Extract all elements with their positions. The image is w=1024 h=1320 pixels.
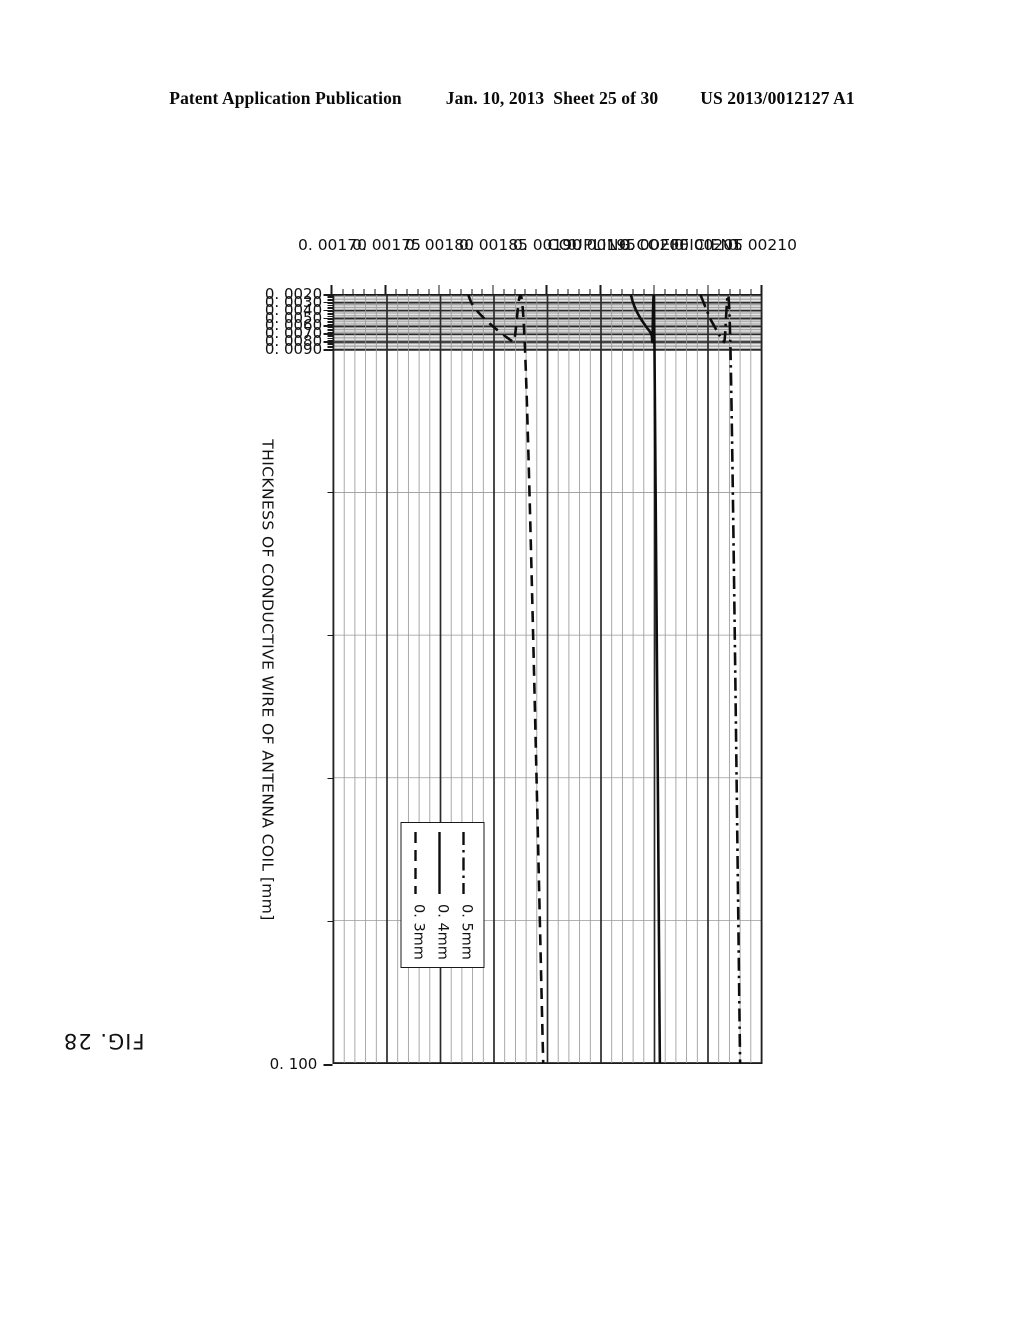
y-tick-minor-6-1 <box>664 289 666 294</box>
y-tick-minor-6-4 <box>697 289 698 294</box>
y-tick-minor-4-2 <box>568 289 569 294</box>
y-tick-minor-3-4 <box>535 289 537 294</box>
chart-legend: 0. 5mm 0. 4mm 0. 3mm <box>400 822 485 968</box>
y-tick-major-5 <box>599 285 602 294</box>
y-tick-major-1 <box>384 285 387 294</box>
y-tick-minor-6-3 <box>686 289 688 294</box>
y-tick-major-2 <box>438 285 440 294</box>
y-tick-minor-7-4 <box>750 289 752 294</box>
y-tick-minor-3-1 <box>503 289 505 294</box>
x-tick-label-7: 0. 0090 <box>264 340 323 358</box>
y-tick-minor-6-2 <box>675 289 677 294</box>
data-layer <box>467 295 742 1063</box>
y-tick-major-6 <box>653 285 655 294</box>
figure-28: 0. 0020 0. 0030 0. 0040 0. 0050 0. 0060 0. 00… <box>0 0 1024 1320</box>
y-tick-minor-3-2 <box>514 289 516 294</box>
y-tick-minor-4-1 <box>557 289 559 294</box>
y-tick-minor-5-2 <box>621 289 623 294</box>
x-tick-minor-6-4 <box>327 347 333 349</box>
x-tick-minor-7-1 <box>327 492 333 493</box>
y-tick-minor-3-3 <box>525 289 526 294</box>
x-tick-minor-7-3 <box>327 778 333 779</box>
y-tick-major-0 <box>330 285 333 294</box>
y-tick-minor-2-2 <box>460 289 462 294</box>
y-tick-minor-1-4 <box>428 289 430 294</box>
legend-item-2: 0. 3mm <box>409 832 429 960</box>
x-tick-label-8: 0. 100 <box>269 1055 318 1073</box>
legend-label-0: 0. 5mm <box>458 904 475 960</box>
y-tick-minor-1-1 <box>396 289 397 294</box>
y-tick-minor-2-3 <box>471 289 473 294</box>
y-tick-minor-7-2 <box>729 289 731 294</box>
y-tick-minor-2-4 <box>482 289 483 294</box>
legend-label-1: 0. 4mm <box>434 904 451 960</box>
y-tick-minor-4-3 <box>578 289 580 294</box>
chart-rotated-container: 0. 0020 0. 0030 0. 0040 0. 0050 0. 0060 0. 00… <box>63 210 797 1110</box>
x-tick-minor-3-4 <box>327 323 333 325</box>
x-tick-minor-1-4 <box>327 308 333 310</box>
x-tick-minor-0-4 <box>327 300 333 302</box>
y-tick-minor-0-2 <box>353 289 354 294</box>
x-tick-minor-5-4 <box>327 339 333 341</box>
y-tick-minor-0-1 <box>342 289 344 294</box>
x-tick-minor-2-4 <box>327 316 333 317</box>
x-tick-minor-7-4 <box>327 921 333 922</box>
legend-label-2: 0. 3mm <box>410 904 427 960</box>
y-tick-minor-5-4 <box>643 289 645 294</box>
y-tick-major-3 <box>492 285 494 294</box>
x-tick-minor-7-2 <box>327 635 333 636</box>
plot-area <box>332 294 763 1064</box>
y-tick-minor-1-3 <box>417 289 419 294</box>
y-tick-major-4 <box>545 285 548 294</box>
legend-item-0: 0. 5mm <box>457 832 477 960</box>
y-tick-minor-0-4 <box>374 289 376 294</box>
x-tick-minor-4-4 <box>327 331 333 333</box>
y-tick-minor-0-3 <box>363 289 365 294</box>
y-tick-minor-4-4 <box>589 289 591 294</box>
legend-item-1: 0. 4mm <box>433 832 453 960</box>
y-tick-major-7 <box>707 285 709 294</box>
chart-inner: 0. 0020 0. 0030 0. 0040 0. 0050 0. 0060 0. 00… <box>63 210 797 1110</box>
y-tick-minor-2-1 <box>449 289 451 294</box>
y-tick-minor-7-3 <box>740 289 741 294</box>
y-tick-minor-7-1 <box>718 289 720 294</box>
figure-label: FIG. 28 <box>62 1029 145 1053</box>
y-tick-minor-5-3 <box>632 289 634 294</box>
y-tick-major-8 <box>760 285 763 294</box>
series-line-0 <box>699 295 742 1063</box>
y-axis-title: COUPLING COEFFICIENT <box>547 236 743 254</box>
y-tick-minor-5-1 <box>611 289 612 294</box>
y-tick-minor-1-2 <box>406 289 408 294</box>
x-axis-title: THICKNESS OF CONDUCTIVE WIRE OF ANTENNA … <box>258 439 277 921</box>
series-line-1 <box>629 295 662 1063</box>
